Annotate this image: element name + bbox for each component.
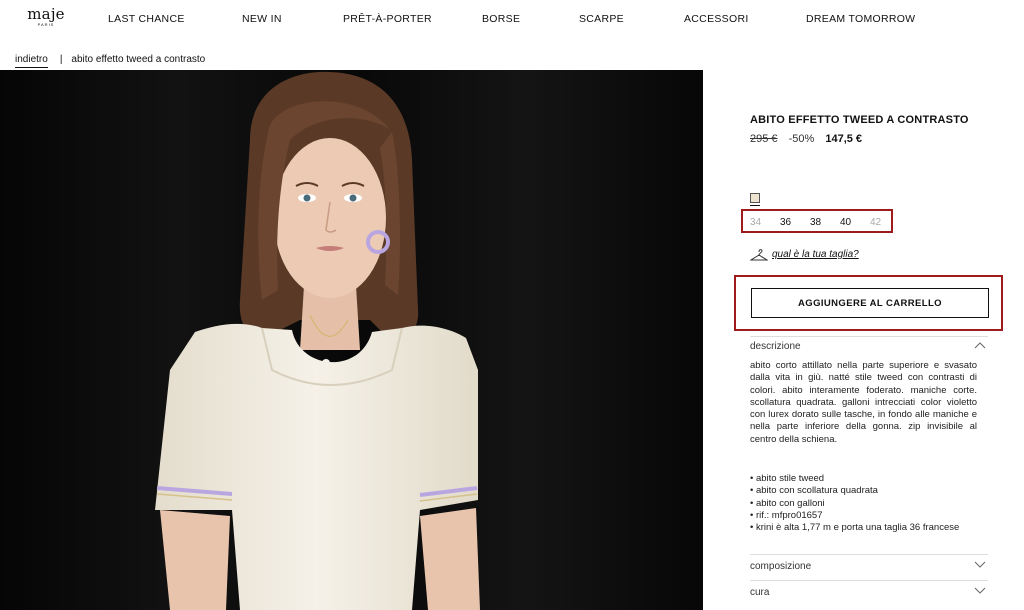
size-guide: qual è la tua taglia? [764,249,859,260]
back-link[interactable]: indietro [15,54,48,68]
accordion-care-header[interactable]: cura [750,587,988,598]
breadcrumb-current: abito effetto tweed a contrasto [71,54,206,65]
discount-badge: -50% [788,133,815,145]
accordion-composition-header[interactable]: composizione [750,561,988,572]
bullet-item: • rif.: mfpro01657 [750,509,823,521]
color-swatch[interactable] [750,193,760,203]
nav-item-dream-tomorrow[interactable]: DREAM TOMORROW [806,13,915,25]
size-option-36[interactable]: 36 [780,217,791,228]
bullet-item: • abito con scollatura quadrata [750,485,878,497]
site-header: maje PARIS LAST CHANCE NEW IN PRÊT-À-POR… [0,0,1024,42]
main-nav: LAST CHANCE NEW IN PRÊT-À-PORTER BORSE S… [0,13,1024,27]
chevron-down-icon [974,587,986,594]
description-text: abito corto attillato nella parte superi… [750,360,977,445]
product-info-panel: ABITO EFFETTO TWEED A CONTRASTO 295 € -5… [703,70,1024,610]
nav-item-accessori[interactable]: ACCESSORI [684,13,749,25]
accordion-description-header[interactable]: descrizione [750,341,988,352]
accordion-composition-title: composizione [750,561,812,572]
size-option-38[interactable]: 38 [810,217,821,228]
nav-item-new-in[interactable]: NEW IN [242,13,282,25]
description-bullets: • abito stile tweed • abito con scollatu… [750,473,977,534]
price-row: 295 € -50% 147,5 € [750,133,862,145]
original-price: 295 € [750,133,778,145]
add-to-cart-button[interactable]: AGGIUNGERE AL CARRELLO [751,288,989,318]
bullet-item: • krini è alta 1,77 m e porta una taglia… [750,522,960,534]
nav-item-last-chance[interactable]: LAST CHANCE [108,13,185,25]
nav-item-borse[interactable]: BORSE [482,13,520,25]
chevron-up-icon [974,342,986,349]
product-title: ABITO EFFETTO TWEED A CONTRASTO [750,114,969,126]
divider [750,580,988,581]
bullet-item: • abito con galloni [750,497,825,509]
accordion-care-title: cura [750,587,770,598]
bullet-item: • abito stile tweed [750,473,825,484]
breadcrumb-separator: | [59,54,63,65]
accordion-description-title: descrizione [750,341,801,352]
divider [750,336,988,337]
nav-item-scarpe[interactable]: SCARPE [579,13,624,25]
size-guide-link[interactable]: qual è la tua taglia? [772,249,859,260]
size-selector: 34 36 38 40 42 [741,209,893,233]
size-option-40[interactable]: 40 [840,217,851,228]
swatch-underline [750,205,760,206]
add-to-cart-highlight: AGGIUNGERE AL CARRELLO [734,275,1003,331]
sale-price: 147,5 € [825,133,863,145]
product-image[interactable] [0,70,703,610]
size-option-42[interactable]: 42 [870,217,881,228]
divider [750,554,988,555]
breadcrumb: indietro | abito effetto tweed a contrasto [15,54,206,68]
nav-item-pret-a-porter[interactable]: PRÊT-À-PORTER [343,13,432,25]
chevron-down-icon [974,561,986,568]
model-illustration [0,70,703,610]
size-option-34[interactable]: 34 [750,217,761,228]
